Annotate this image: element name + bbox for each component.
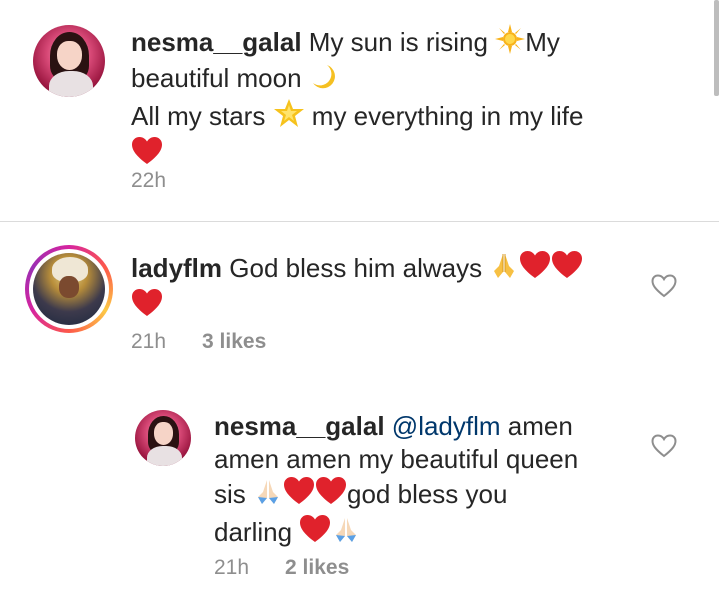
comment-text: darling <box>214 517 300 547</box>
red-heart-emoji-icon <box>283 476 315 514</box>
divider <box>0 221 719 222</box>
comment-line: ladyflm God bless him always <box>131 250 631 288</box>
comment-username[interactable]: ladyflm <box>131 253 222 283</box>
red-heart-emoji-icon <box>551 250 583 288</box>
comment-username[interactable]: nesma__galal <box>214 411 385 441</box>
avatar-story-ring[interactable] <box>25 245 113 333</box>
avatar[interactable] <box>33 25 105 97</box>
comment-text: god bless you <box>347 479 508 509</box>
folded-hands-emoji-icon <box>331 514 361 552</box>
folded-hands-emoji-icon <box>489 250 519 288</box>
comment-likes[interactable]: 3 likes <box>202 330 266 353</box>
comment-line: darling <box>214 514 634 552</box>
red-heart-emoji-icon <box>299 514 331 552</box>
comment-line <box>131 136 691 174</box>
comment-line: sis god bless you <box>214 476 634 514</box>
comment-line: amen amen my beautiful queen <box>214 443 634 476</box>
comment-text: amen amen my beautiful queen <box>214 444 579 474</box>
comment-line: beautiful moon <box>131 62 691 98</box>
like-heart-icon[interactable] <box>651 274 677 298</box>
avatar-shoulder <box>147 445 183 466</box>
comment-line <box>131 288 631 326</box>
red-heart-emoji-icon <box>131 288 163 326</box>
scrollbar[interactable] <box>714 0 719 96</box>
comment-text: amen <box>500 411 573 441</box>
comment-body: ladyflm God bless him always <box>131 250 631 326</box>
comment-text: All my stars <box>131 101 273 131</box>
avatar-shoulder <box>48 71 94 97</box>
comment-meta: 21h 3 likes <box>131 330 266 354</box>
comment-meta: 22h <box>131 169 166 193</box>
red-heart-emoji-icon <box>519 250 551 288</box>
comment-meta: 21h 2 likes <box>214 556 349 580</box>
glowing-star-emoji-icon <box>273 98 305 136</box>
avatar[interactable] <box>135 410 191 466</box>
comment-body: nesma__galal My sun is rising My beautif… <box>131 24 691 174</box>
comment-likes[interactable]: 2 likes <box>285 556 349 579</box>
comment-time: 22h <box>131 169 167 192</box>
comment-text: sis <box>214 479 253 509</box>
avatar-face <box>154 422 174 445</box>
avatar <box>33 253 105 325</box>
comment-text: My <box>525 27 560 57</box>
comment-time: 21h <box>131 330 167 353</box>
like-heart-icon[interactable] <box>651 434 677 458</box>
crescent-moon-emoji-icon <box>309 62 337 98</box>
folded-hands-emoji-icon <box>253 476 283 514</box>
red-heart-emoji-icon <box>315 476 347 514</box>
avatar-face <box>58 276 80 298</box>
comment-text: My sun is rising <box>308 27 496 57</box>
sun-emoji-icon <box>495 24 526 62</box>
comment-line: nesma__galal My sun is rising My <box>131 24 691 62</box>
comment-text: beautiful moon <box>131 63 309 93</box>
comment-time: 21h <box>214 556 250 579</box>
comment-line: All my stars my everything in my life <box>131 98 691 136</box>
comment-text: God bless him always <box>229 253 490 283</box>
comment-text: my everything in my life <box>304 101 584 131</box>
comment-body: nesma__galal @ladyflm amen amen amen my … <box>214 410 634 552</box>
avatar-face <box>57 40 82 70</box>
comment-line: nesma__galal @ladyflm amen <box>214 410 634 443</box>
comment-mention[interactable]: @ladyflm <box>392 411 501 441</box>
comment-username[interactable]: nesma__galal <box>131 27 302 57</box>
